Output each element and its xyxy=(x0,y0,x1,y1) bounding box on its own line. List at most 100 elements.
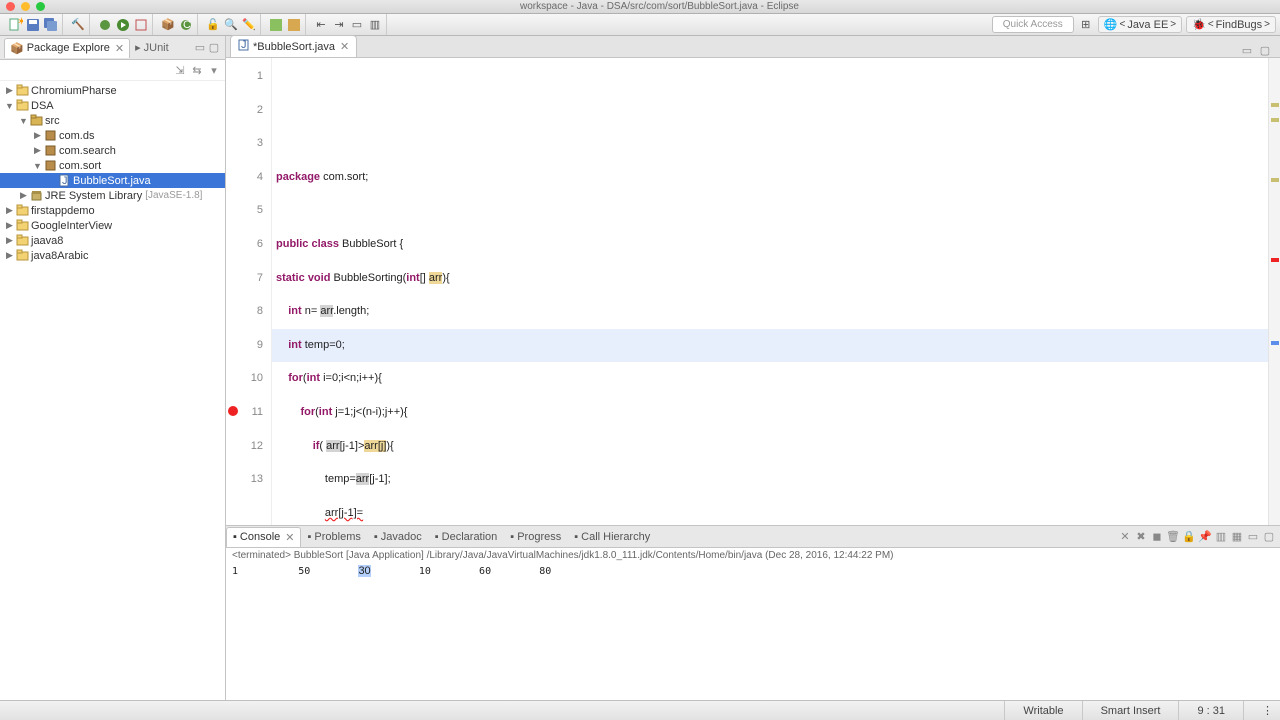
toggle-breadcrumb-icon[interactable] xyxy=(268,17,284,33)
tree-item-src[interactable]: ▼src xyxy=(0,113,225,128)
nav-fwd-icon[interactable]: ⇥ xyxy=(331,17,347,33)
perspective-switcher-icon[interactable]: ⊞ xyxy=(1078,17,1094,33)
link-editor-icon[interactable]: ⇆ xyxy=(190,63,204,77)
remove-all-icon[interactable]: ✖ xyxy=(1134,530,1148,544)
open-console-icon[interactable]: ▦ xyxy=(1230,530,1244,544)
overview-mark[interactable] xyxy=(1271,103,1279,107)
main-toolbar: ✶ 🔨 📦 C 🔓 🔍 ✏️ ⇤ ⇥ ▭ ▥ Quick Access ⊞ 🌐<… xyxy=(0,14,1280,36)
status-menu[interactable]: ⋮ xyxy=(1243,701,1280,720)
close-tab-icon[interactable]: ✕ xyxy=(115,42,124,55)
zoom-window-icon[interactable] xyxy=(36,2,45,11)
tree-item-jre-system-library[interactable]: ▶ JRE System Library[JavaSE-1.8] xyxy=(0,188,225,203)
twisty-icon[interactable]: ▶ xyxy=(4,220,15,231)
twisty-icon[interactable]: ▶ xyxy=(4,235,15,246)
new-class-icon[interactable]: C xyxy=(178,17,194,33)
overview-mark[interactable] xyxy=(1271,118,1279,122)
tree-item-dsa[interactable]: ▼DSA xyxy=(0,98,225,113)
tree-item-chromiumpharse[interactable]: ▶ChromiumPharse xyxy=(0,83,225,98)
tab-declaration[interactable]: ▪Declaration xyxy=(429,528,505,546)
tab-javadoc[interactable]: ▪Javadoc xyxy=(368,528,429,546)
status-writable: Writable xyxy=(1004,701,1081,720)
pin-icon[interactable]: ▥ xyxy=(367,17,383,33)
tree-item-java8arabic[interactable]: ▶java8Arabic xyxy=(0,248,225,263)
new-package-icon[interactable]: 📦 xyxy=(160,17,176,33)
twisty-icon[interactable]: ▼ xyxy=(18,116,29,126)
minimize-view-icon[interactable]: ▭ xyxy=(193,41,207,55)
minimize-bottom-icon[interactable]: ▭ xyxy=(1246,530,1260,544)
error-marker-icon[interactable] xyxy=(228,406,238,416)
tab-console[interactable]: ▪Console✕ xyxy=(226,527,301,547)
search-icon[interactable]: 🔍 xyxy=(223,17,239,33)
display-selected-console-icon[interactable]: ▥ xyxy=(1214,530,1228,544)
tab-call-hierarchy[interactable]: ▪Call Hierarchy xyxy=(568,528,657,546)
tab-junit[interactable]: ▸ JUnit xyxy=(130,38,174,57)
collapse-icon[interactable]: ▭ xyxy=(349,17,365,33)
editor-tab-bubblesort[interactable]: J *BubbleSort.java ✕ xyxy=(230,35,357,57)
tab-progress[interactable]: ▪Progress xyxy=(504,528,568,546)
twisty-icon[interactable]: ▶ xyxy=(32,130,43,141)
overview-mark[interactable] xyxy=(1271,258,1279,262)
tree-item-bubblesort-java[interactable]: JBubbleSort.java xyxy=(0,173,225,188)
maximize-editor-icon[interactable]: ▢ xyxy=(1258,43,1272,57)
tree-item-com-sort[interactable]: ▼com.sort xyxy=(0,158,225,173)
wand-icon[interactable]: ✏️ xyxy=(241,17,257,33)
run-icon[interactable] xyxy=(115,17,131,33)
twisty-icon[interactable]: ▶ xyxy=(4,205,15,216)
svg-text:✶: ✶ xyxy=(17,17,23,28)
collapse-all-icon[interactable]: ⇲ xyxy=(173,63,187,77)
tab-label: Progress xyxy=(517,531,561,543)
tree-decoration: [JavaSE-1.8] xyxy=(145,190,202,201)
terminate-icon[interactable]: ◼ xyxy=(1150,530,1164,544)
overview-mark[interactable] xyxy=(1271,178,1279,182)
code-content[interactable]: package com.sort; public class BubbleSor… xyxy=(272,58,1268,525)
tree-item-jaava8[interactable]: ▶ jaava8 xyxy=(0,233,225,248)
tree-item-googleinterview[interactable]: ▶GoogleInterView xyxy=(0,218,225,233)
tab-icon: ▪ xyxy=(435,531,439,543)
scroll-lock-icon[interactable]: 🔒 xyxy=(1182,530,1196,544)
quick-access-input[interactable]: Quick Access xyxy=(992,16,1074,33)
pin-console-icon[interactable]: 📌 xyxy=(1198,530,1212,544)
pkg-icon xyxy=(43,144,57,158)
tab-problems[interactable]: ▪Problems xyxy=(301,528,367,546)
tree-item-com-search[interactable]: ▶ com.search xyxy=(0,143,225,158)
twisty-icon[interactable]: ▶ xyxy=(4,85,15,96)
twisty-icon[interactable]: ▶ xyxy=(32,145,43,156)
twisty-icon[interactable]: ▶ xyxy=(18,190,29,201)
maximize-view-icon[interactable]: ▢ xyxy=(207,41,221,55)
hammer-icon[interactable]: 🔨 xyxy=(70,17,86,33)
console-output[interactable]: 1 50 30 10 60 80 xyxy=(226,563,1280,579)
perspective-findbugs[interactable]: 🐞<FindBugs> xyxy=(1186,16,1276,33)
clear-console-icon[interactable]: 🗑 xyxy=(1166,530,1180,544)
twisty-icon[interactable]: ▶ xyxy=(4,250,15,261)
tree-item-com-ds[interactable]: ▶com.ds xyxy=(0,128,225,143)
tree-label: jaava8 xyxy=(31,235,63,247)
open-type-icon[interactable]: 🔓 xyxy=(205,17,221,33)
tree-label: JRE System Library xyxy=(45,190,142,202)
close-editor-icon[interactable]: ✕ xyxy=(340,40,349,53)
run-last-icon[interactable] xyxy=(133,17,149,33)
window-titlebar: workspace - Java - DSA/src/com/sort/Bubb… xyxy=(0,0,1280,14)
perspective-javaee[interactable]: 🌐<Java EE> xyxy=(1098,16,1182,33)
tree-item-firstappdemo[interactable]: ▶firstappdemo xyxy=(0,203,225,218)
maximize-bottom-icon[interactable]: ▢ xyxy=(1262,530,1276,544)
project-tree[interactable]: ▶ChromiumPharse▼DSA▼src▶com.ds▶com.searc… xyxy=(0,81,225,700)
save-icon[interactable] xyxy=(25,17,41,33)
twisty-icon[interactable]: ▼ xyxy=(4,101,15,111)
code-editor[interactable]: 12345678910111213 package com.sort; publ… xyxy=(226,58,1280,525)
new-icon[interactable]: ✶ xyxy=(7,17,23,33)
minimize-window-icon[interactable] xyxy=(21,2,30,11)
minimize-editor-icon[interactable]: ▭ xyxy=(1240,43,1254,57)
view-menu-icon[interactable]: ▾ xyxy=(207,63,221,77)
overview-ruler[interactable] xyxy=(1268,58,1280,525)
close-window-icon[interactable] xyxy=(6,2,15,11)
overview-mark[interactable] xyxy=(1271,341,1279,345)
tree-label: com.search xyxy=(59,145,116,157)
twisty-icon[interactable]: ▼ xyxy=(32,161,43,171)
save-all-icon[interactable] xyxy=(43,17,59,33)
debug-icon[interactable] xyxy=(97,17,113,33)
remove-launch-icon[interactable]: ✕ xyxy=(1118,530,1132,544)
toggle-mark-icon[interactable] xyxy=(286,17,302,33)
close-tab-icon[interactable]: ✕ xyxy=(285,531,294,544)
tab-package-explorer[interactable]: 📦 Package Explore ✕ xyxy=(4,38,130,58)
nav-back-icon[interactable]: ⇤ xyxy=(313,17,329,33)
